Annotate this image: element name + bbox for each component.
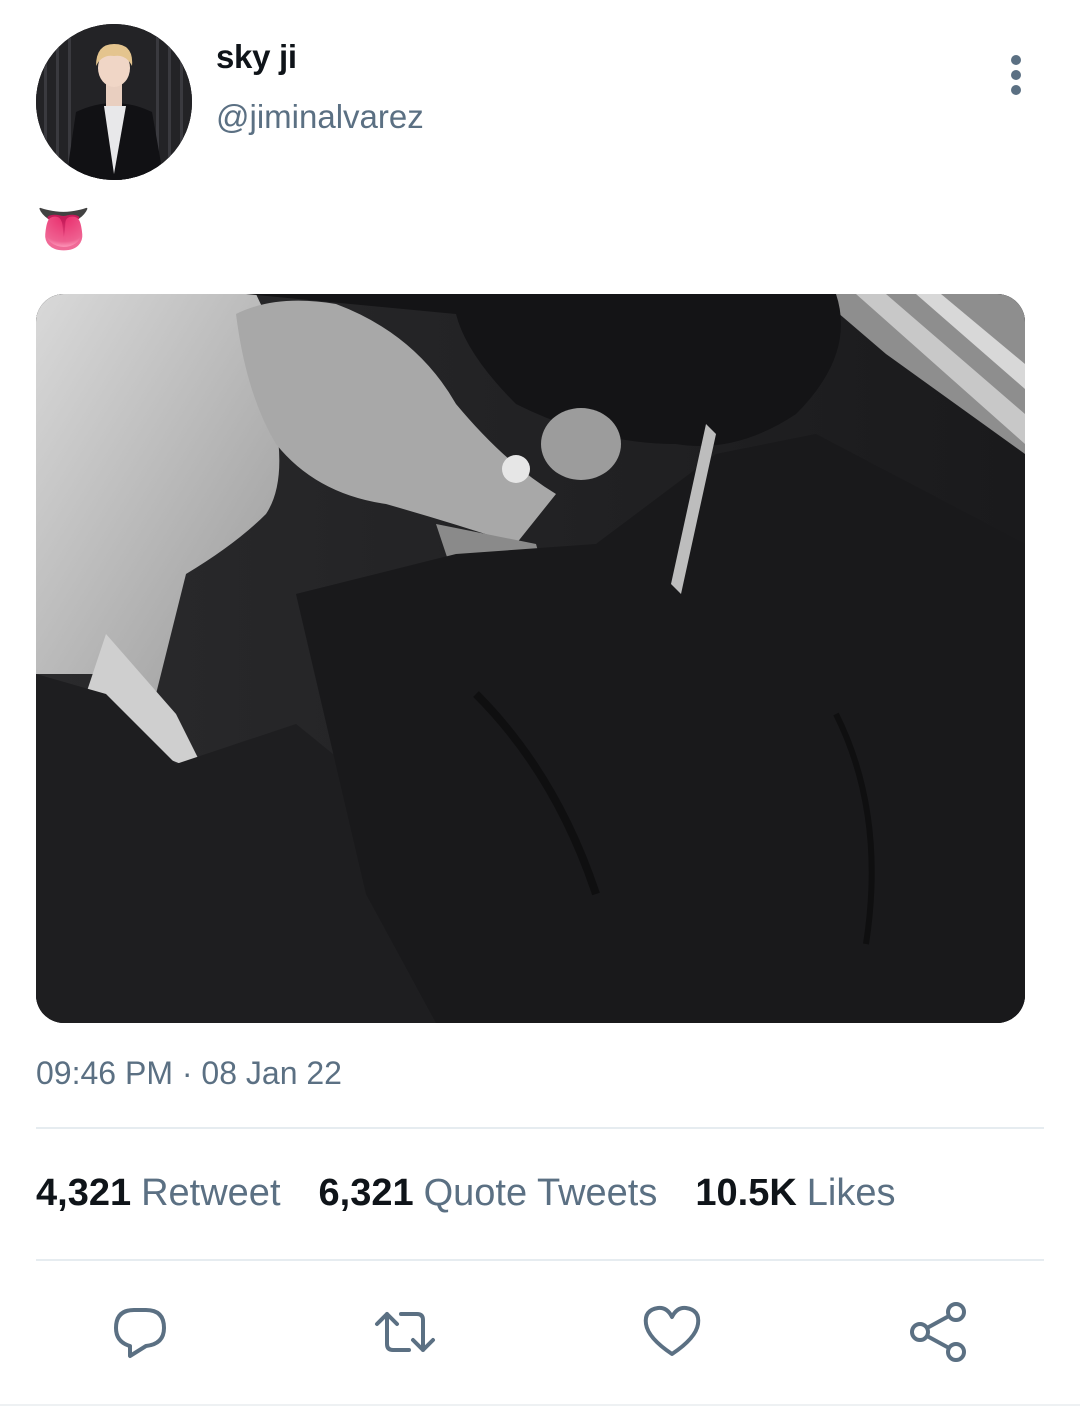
retweet-button[interactable] bbox=[373, 1300, 437, 1364]
heart-icon bbox=[643, 1305, 701, 1356]
avatar[interactable] bbox=[36, 24, 192, 180]
tweet-stats: 4,321 Retweet 6,321 Quote Tweets 10.5K Like… bbox=[36, 1172, 934, 1215]
retweet-stat[interactable]: 4,321 Retweet bbox=[36, 1172, 281, 1215]
quote-tweets-stat[interactable]: 6,321 Quote Tweets bbox=[319, 1172, 658, 1215]
likes-stat[interactable]: 10.5K Likes bbox=[695, 1172, 895, 1215]
quote-tweets-count: 6,321 bbox=[318, 1172, 414, 1214]
likes-label: Likes bbox=[806, 1172, 896, 1214]
quote-tweets-label: Quote Tweets bbox=[423, 1172, 658, 1214]
like-button[interactable] bbox=[640, 1300, 704, 1364]
retweet-count: 4,321 bbox=[36, 1172, 132, 1214]
likes-count: 10.5K bbox=[695, 1172, 797, 1214]
user-handle[interactable]: @jiminalvarez bbox=[216, 98, 424, 136]
share-button[interactable] bbox=[906, 1300, 970, 1364]
more-options-icon[interactable] bbox=[996, 52, 1036, 98]
reply-button[interactable] bbox=[108, 1300, 172, 1364]
reply-icon bbox=[114, 1308, 166, 1358]
retweet-label: Retweet bbox=[141, 1172, 281, 1214]
divider bbox=[36, 1259, 1044, 1261]
tweet-timestamp[interactable]: 09:46 PM · 08 Jan 22 bbox=[36, 1055, 342, 1092]
tweet-date: 08 Jan 22 bbox=[201, 1055, 342, 1091]
retweet-icon bbox=[375, 1312, 435, 1352]
tweet-text: 👅 bbox=[36, 204, 91, 255]
divider bbox=[36, 1127, 1044, 1129]
bottom-divider bbox=[0, 1404, 1080, 1406]
tweet-time: 09:46 PM bbox=[36, 1055, 173, 1091]
timestamp-separator: · bbox=[181, 1055, 193, 1091]
display-name[interactable]: sky ji bbox=[216, 38, 297, 76]
tweet-photo[interactable] bbox=[36, 294, 1025, 1023]
share-icon bbox=[910, 1302, 966, 1362]
